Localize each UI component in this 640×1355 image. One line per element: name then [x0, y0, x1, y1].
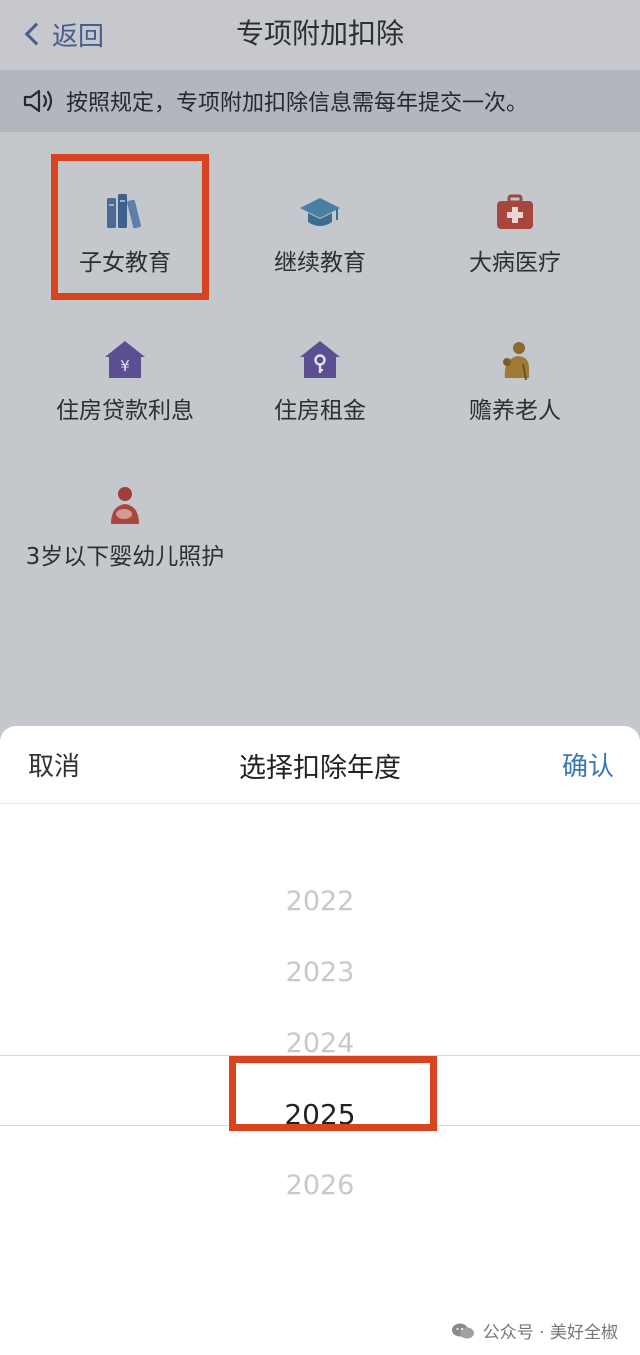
selection-line-top [0, 1055, 640, 1056]
notice-text: 按照规定，专项附加扣除信息需每年提交一次。 [66, 91, 529, 116]
house-key-icon [300, 341, 340, 378]
category-continuing-education[interactable]: 继续教育 [220, 190, 420, 282]
year-picker-sheet: 取消 选择扣除年度 确认 2022 2023 2024 2025 2026 公众… [0, 726, 640, 1355]
watermark: 公众号 · 美好全椒 [451, 1318, 618, 1343]
category-label: 子女教育 [79, 250, 171, 276]
speaker-icon [23, 89, 53, 113]
sheet-title: 选择扣除年度 [239, 753, 401, 784]
elderly-person-icon [503, 342, 529, 381]
category-housing-rent[interactable]: 住房租金 [220, 338, 420, 430]
category-label: 住房租金 [274, 398, 366, 424]
category-serious-illness[interactable]: 大病医疗 [415, 190, 615, 282]
books-icon [107, 194, 141, 229]
picker-option-year[interactable]: 2023 [0, 957, 640, 988]
picker-option-year-selected[interactable]: 2025 [0, 1098, 640, 1131]
category-label: 3岁以下婴幼儿照护 [25, 544, 225, 570]
wechat-icon [451, 1323, 474, 1338]
house-yuan-icon: ¥ [105, 341, 145, 378]
sheet-header: 取消 选择扣除年度 确认 [0, 726, 640, 804]
notice-bar: 按照规定，专项附加扣除信息需每年提交一次。 [0, 70, 640, 132]
category-housing-loan-interest[interactable]: ¥ 住房贷款利息 [25, 338, 225, 430]
mother-baby-icon [111, 487, 139, 524]
deduction-category-grid: 子女教育 继续教育 大病医疗 ¥ 住房贷款利息 住房租金 赡养老人 3岁以下婴幼… [0, 132, 640, 732]
page-title: 专项附加扣除 [235, 17, 404, 50]
picker-option-year[interactable]: 2022 [0, 886, 640, 917]
graduation-cap-icon [300, 198, 340, 226]
selection-line-bottom [0, 1125, 640, 1126]
category-elderly-support[interactable]: 赡养老人 [415, 338, 615, 430]
category-label: 赡养老人 [469, 398, 561, 424]
watermark-text: 公众号 · 美好全椒 [482, 1323, 618, 1343]
svg-text:¥: ¥ [120, 357, 130, 375]
year-picker-wheel[interactable]: 2022 2023 2024 2025 2026 [0, 804, 640, 1355]
category-label: 大病医疗 [469, 250, 561, 276]
category-label: 住房贷款利息 [56, 398, 194, 424]
category-infant-care[interactable]: 3岁以下婴幼儿照护 [25, 484, 225, 576]
category-child-education[interactable]: 子女教育 [25, 190, 225, 282]
category-label: 继续教育 [274, 250, 366, 276]
first-aid-kit-icon [497, 194, 533, 229]
picker-option-year[interactable]: 2026 [0, 1170, 640, 1201]
confirm-button[interactable]: 确认 [562, 746, 614, 783]
nav-header: 返回 专项附加扣除 [0, 0, 640, 70]
